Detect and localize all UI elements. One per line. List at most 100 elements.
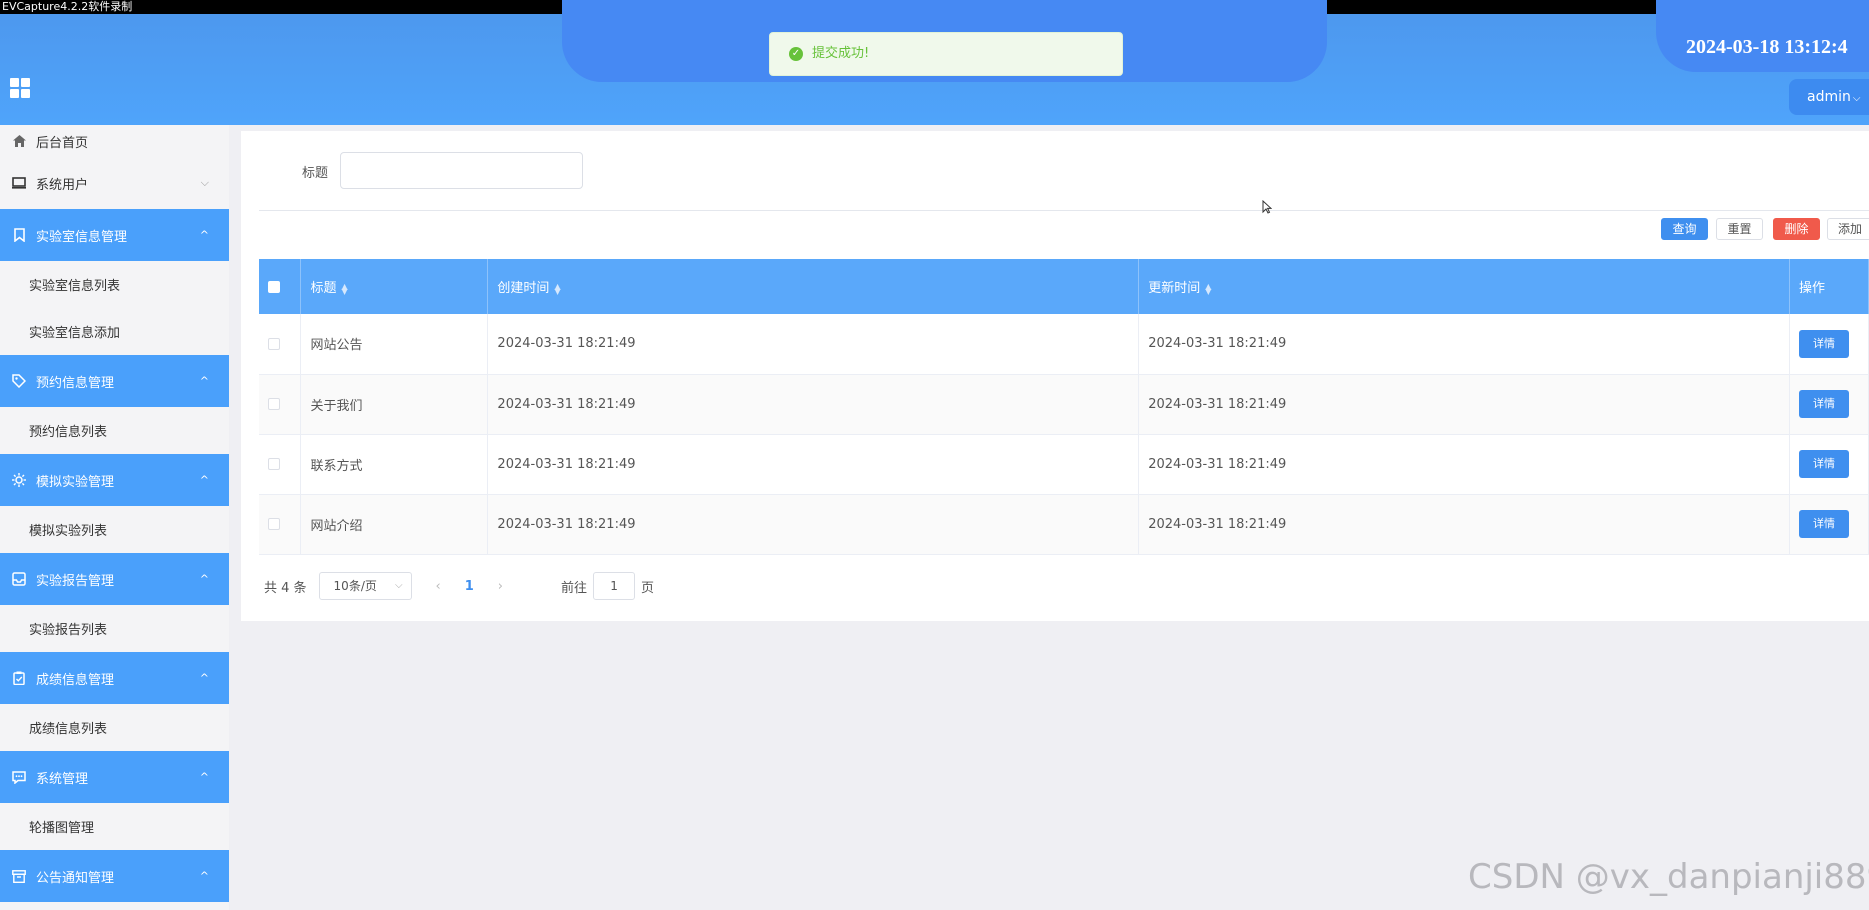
chevron-up-icon: ^: [199, 374, 209, 388]
next-page-icon[interactable]: ›: [498, 579, 503, 594]
chevron-up-icon: ^: [199, 228, 209, 242]
sort-icon[interactable]: ▲ ▼: [554, 282, 560, 295]
header-created-label: 创建时间: [497, 281, 550, 296]
detail-button[interactable]: 详情: [1798, 329, 1849, 358]
row-checkbox[interactable]: [268, 518, 280, 530]
row-checkbox[interactable]: [268, 337, 280, 350]
sort-icon[interactable]: ▲ ▼: [342, 282, 348, 295]
cell-created: 2024-03-31 18:21:49: [487, 434, 1140, 495]
archive-icon: [12, 869, 26, 883]
cell-title: 网站介绍: [300, 494, 489, 555]
cell-updated: 2024-03-31 18:21:49: [1138, 434, 1790, 495]
sidebar-group-simulation[interactable]: 模拟实验管理 ^: [0, 454, 229, 506]
sidebar-group-system[interactable]: 系统管理 ^: [0, 751, 229, 803]
sidebar-group-reservation[interactable]: 预约信息管理 ^: [0, 355, 229, 407]
chevron-up-icon: ^: [199, 869, 209, 883]
sidebar-group-report[interactable]: 实验报告管理 ^: [0, 553, 229, 605]
cell-action: 详情: [1789, 434, 1869, 495]
home-icon: [12, 134, 26, 148]
clipboard-icon: [12, 671, 26, 685]
user-name: admin: [1807, 89, 1851, 105]
sidebar-item-report-list[interactable]: 实验报告列表: [0, 605, 229, 652]
header-title-label: 标题: [310, 281, 337, 296]
sidebar-group-label: 实验报告管理: [36, 573, 115, 589]
sidebar-group-score[interactable]: 成绩信息管理 ^: [0, 652, 229, 704]
cell-updated: 2024-03-31 18:21:49: [1138, 494, 1790, 555]
header-datetime: 2024-03-18 13:12:4: [1686, 36, 1848, 58]
sidebar-item-lab-list[interactable]: 实验室信息列表: [0, 261, 229, 308]
message-icon: [12, 770, 26, 784]
sidebar-item-label: 系统用户: [36, 177, 89, 193]
sidebar-group-lab-info[interactable]: 实验室信息管理 ^: [0, 209, 229, 261]
header-title[interactable]: 标题 ▲ ▼: [300, 259, 489, 314]
sidebar-item-score-list[interactable]: 成绩信息列表: [0, 704, 229, 751]
search-title-label: 标题: [302, 166, 329, 181]
row-checkbox[interactable]: [268, 398, 280, 410]
cell-title: 网站公告: [300, 314, 489, 375]
add-button[interactable]: 添加: [1827, 218, 1869, 240]
reset-button[interactable]: 重置: [1716, 218, 1763, 240]
sidebar-group-label: 系统管理: [36, 771, 89, 787]
header-created[interactable]: 创建时间 ▲ ▼: [487, 259, 1140, 314]
row-select-cell: [259, 494, 302, 555]
cell-title: 关于我们: [300, 374, 489, 435]
detail-button[interactable]: 详情: [1798, 450, 1849, 478]
query-button[interactable]: 查询: [1661, 218, 1708, 240]
chevron-up-icon: ^: [199, 473, 209, 487]
sidebar-item-simulation-list[interactable]: 模拟实验列表: [0, 506, 229, 553]
goto-page-input[interactable]: 1: [593, 572, 636, 600]
delete-button[interactable]: 删除: [1773, 218, 1820, 240]
prev-page-icon[interactable]: ‹: [436, 579, 441, 594]
menu-grid-icon[interactable]: [10, 78, 30, 98]
page-size-select[interactable]: 10条/页 ⌵: [318, 572, 412, 600]
page-number-current[interactable]: 1: [465, 579, 474, 594]
sun-icon: [12, 473, 26, 487]
row-select-cell: [259, 314, 302, 375]
tag-icon: [12, 374, 26, 388]
user-menu-button[interactable]: admin ⌵: [1789, 79, 1869, 115]
detail-button[interactable]: 详情: [1798, 510, 1849, 538]
table-row: 网站介绍 2024-03-31 18:21:49 2024-03-31 18:2…: [259, 494, 1869, 555]
sidebar-item-carousel[interactable]: 轮播图管理: [0, 803, 229, 850]
sidebar-group-label: 成绩信息管理: [36, 672, 115, 688]
pagination: 共 4 条 10条/页 ⌵ ‹ 1 › 前往 1 页: [264, 572, 654, 600]
success-toast: ✓ 提交成功!: [769, 32, 1123, 76]
toast-message: 提交成功!: [812, 46, 870, 61]
cell-title: 联系方式: [300, 434, 489, 495]
table-row: 关于我们 2024-03-31 18:21:49 2024-03-31 18:2…: [259, 374, 1869, 435]
mouse-cursor-icon: [1262, 199, 1273, 218]
header-action: 操作: [1789, 259, 1869, 314]
chevron-up-icon: ^: [199, 671, 209, 685]
cell-created: 2024-03-31 18:21:49: [487, 494, 1140, 555]
header-updated[interactable]: 更新时间 ▲ ▼: [1138, 259, 1790, 314]
sidebar-item-reservation-list[interactable]: 预约信息列表: [0, 407, 229, 454]
chevron-down-icon: ⌵: [200, 176, 209, 189]
table-header-row: 标题 ▲ ▼ 创建时间 ▲ ▼ 更新时间 ▲ ▼ 操作: [259, 259, 1869, 314]
sidebar-item-system-users[interactable]: 系统用户 ⌵: [0, 157, 229, 209]
sidebar-group-label: 实验室信息管理: [36, 229, 128, 245]
goto-suffix: 页: [641, 580, 655, 596]
row-select-cell: [259, 434, 302, 495]
cell-action: 详情: [1789, 314, 1869, 375]
watermark: CSDN @vx_danpianji889: [1468, 857, 1869, 897]
row-checkbox[interactable]: [268, 458, 280, 470]
cell-created: 2024-03-31 18:21:49: [487, 314, 1140, 375]
sidebar: 后台首页 系统用户 ⌵ 实验室信息管理 ^ 实验室信息列表 实验室信息添加 预约…: [0, 125, 229, 910]
search-title-input[interactable]: [340, 152, 583, 189]
sidebar-item-home[interactable]: 后台首页: [0, 125, 229, 157]
detail-button[interactable]: 详情: [1798, 390, 1849, 418]
row-select-cell: [259, 374, 302, 435]
select-all-checkbox[interactable]: [268, 280, 280, 293]
header-updated-label: 更新时间: [1148, 281, 1201, 296]
sidebar-group-label: 公告通知管理: [36, 870, 115, 886]
chevron-up-icon: ^: [199, 572, 209, 586]
sidebar-group-label: 模拟实验管理: [36, 474, 115, 490]
cell-action: 详情: [1789, 374, 1869, 435]
divider: [259, 210, 1869, 211]
sidebar-group-notice[interactable]: 公告通知管理 ^: [0, 850, 229, 902]
sort-icon[interactable]: ▲ ▼: [1205, 282, 1211, 295]
check-circle-icon: ✓: [789, 47, 803, 61]
sidebar-item-label: 后台首页: [36, 135, 89, 151]
sidebar-item-lab-add[interactable]: 实验室信息添加: [0, 308, 229, 355]
cell-updated: 2024-03-31 18:21:49: [1138, 314, 1790, 375]
